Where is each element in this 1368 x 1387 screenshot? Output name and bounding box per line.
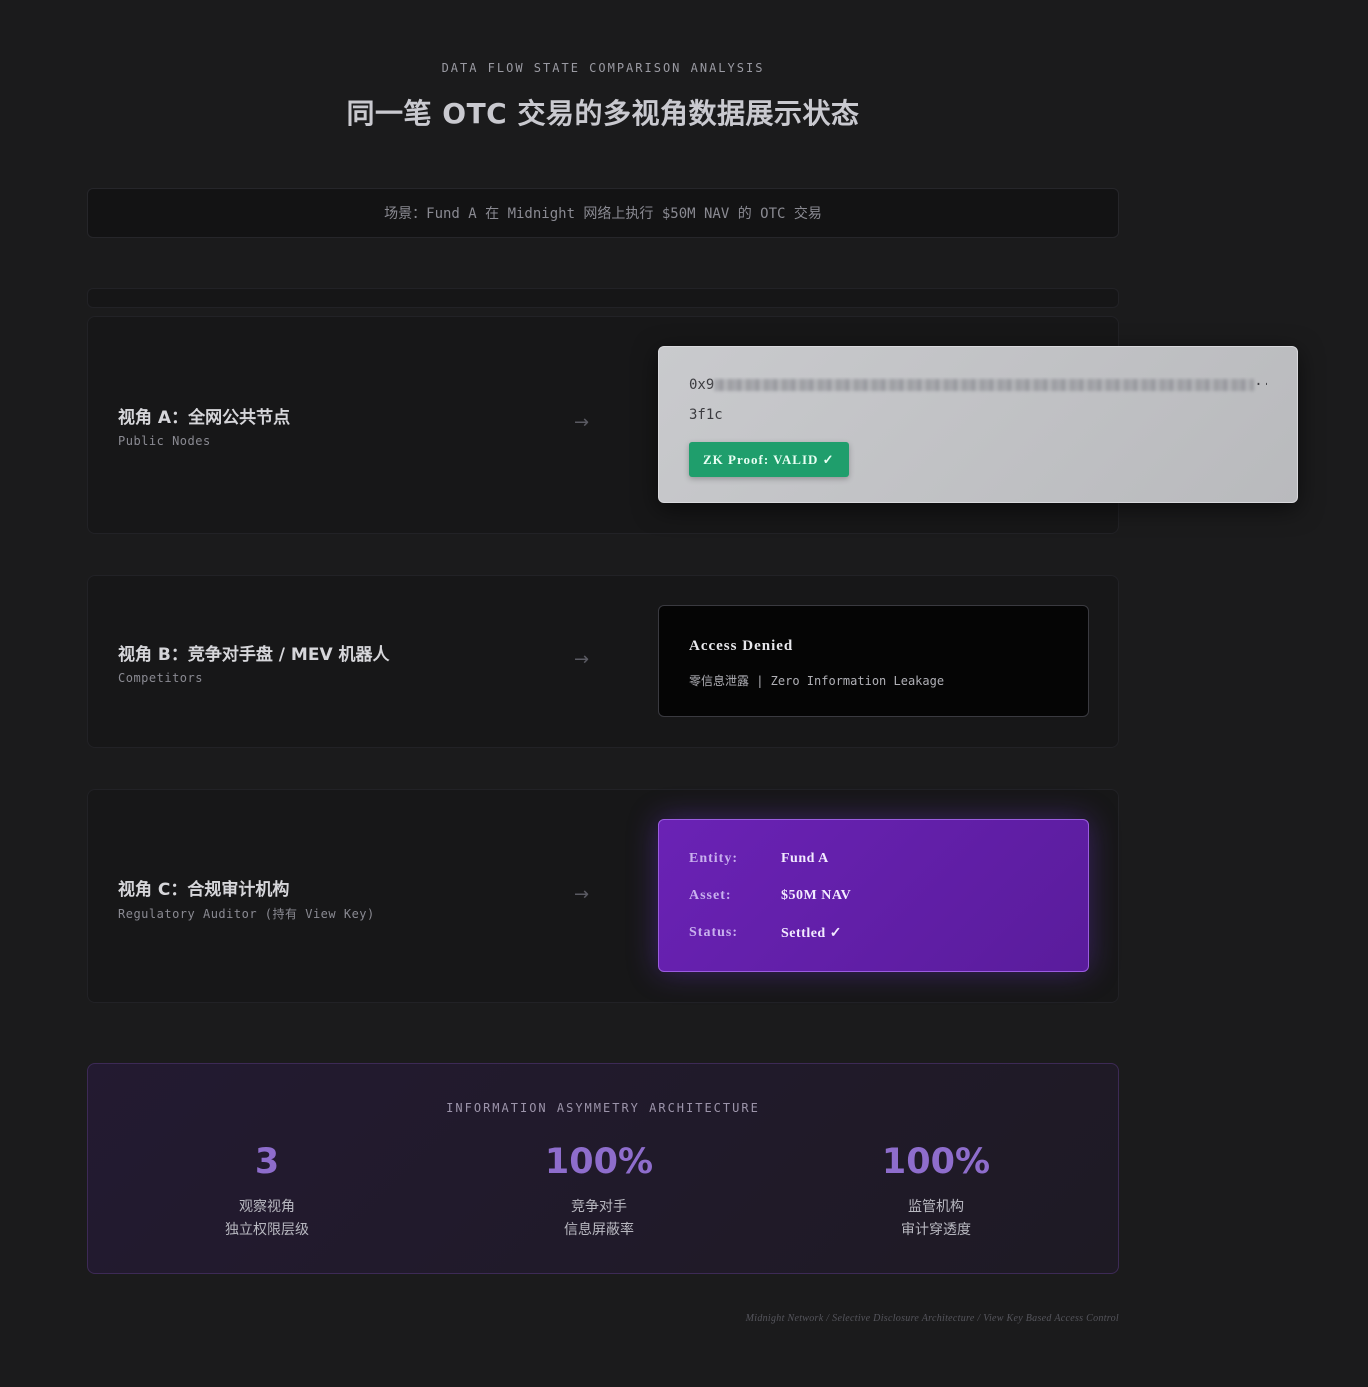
summary-panel: INFORMATION ASYMMETRY ARCHITECTURE 3 观察视… bbox=[87, 1063, 1119, 1274]
stat-label: 监管机构 审计穿透度 bbox=[786, 1196, 1086, 1242]
stat-label-line: 审计穿透度 bbox=[901, 1222, 971, 1238]
stat-views: 3 观察视角 独立权限层级 bbox=[117, 1140, 417, 1242]
view-a-subtitle: Public Nodes bbox=[118, 434, 211, 448]
footer-caption: Midnight Network / Selective Disclosure … bbox=[745, 1313, 1119, 1324]
arrow-icon: → bbox=[574, 649, 590, 670]
entity-value: Fund A bbox=[781, 851, 829, 866]
access-denied-subtitle: 零信息泄露 | Zero Information Leakage bbox=[689, 674, 945, 688]
tx-hash: 0x9 ·· bbox=[689, 377, 1267, 397]
scenario-text: 场景：Fund A 在 Midnight 网络上执行 $50M NAV 的 OT… bbox=[384, 206, 822, 222]
scenario-banner: 场景：Fund A 在 Midnight 网络上执行 $50M NAV 的 OT… bbox=[87, 188, 1119, 238]
zk-proof-badge: ZK Proof: VALID ✓ bbox=[689, 442, 849, 477]
hash-obfuscation bbox=[714, 379, 1255, 391]
tx-hash-prefix: 0x9 bbox=[689, 377, 715, 393]
stat-label-line: 观察视角 bbox=[239, 1199, 295, 1215]
view-b-title: 视角 B：竞争对手盘 / MEV 机器人 bbox=[118, 645, 390, 665]
view-b-subtitle: Competitors bbox=[118, 671, 203, 685]
stat-label-line: 竞争对手 bbox=[571, 1199, 627, 1215]
view-a-title: 视角 A：全网公共节点 bbox=[118, 408, 291, 428]
status-value: Settled ✓ bbox=[781, 926, 842, 941]
entity-label: Entity: bbox=[689, 851, 738, 866]
stat-label-line: 监管机构 bbox=[908, 1199, 964, 1215]
status-label: Status: bbox=[689, 925, 739, 940]
stat-label: 竞争对手 信息屏蔽率 bbox=[449, 1196, 749, 1242]
stat-label-line: 信息屏蔽率 bbox=[564, 1222, 634, 1238]
stat-label-line: 独立权限层级 bbox=[225, 1222, 309, 1238]
access-denied-title: Access Denied bbox=[689, 638, 794, 654]
arrow-icon: → bbox=[574, 884, 590, 905]
asset-value: $50M NAV bbox=[781, 888, 852, 903]
summary-title: INFORMATION ASYMMETRY ARCHITECTURE bbox=[446, 1101, 760, 1115]
arrow-icon: → bbox=[574, 412, 590, 433]
view-c-subtitle: Regulatory Auditor (持有 View Key) bbox=[118, 907, 375, 921]
stat-value: 3 bbox=[254, 1142, 280, 1182]
stat-label: 观察视角 独立权限层级 bbox=[117, 1196, 417, 1242]
stat-competitor-shield: 100% 竞争对手 信息屏蔽率 bbox=[449, 1140, 749, 1242]
asset-label: Asset: bbox=[689, 888, 732, 903]
auditor-panel: Entity: Fund A Asset: $50M NAV Status: S… bbox=[658, 819, 1089, 972]
header-eyebrow: DATA FLOW STATE COMPARISON ANALYSIS bbox=[441, 61, 765, 75]
stat-value: 100% bbox=[881, 1142, 991, 1182]
divider-bar bbox=[87, 288, 1119, 308]
tx-hash-end: 3f1c bbox=[689, 407, 723, 423]
stat-audit-transparency: 100% 监管机构 审计穿透度 bbox=[786, 1140, 1086, 1242]
tx-hash-ellipsis: ·· bbox=[1254, 377, 1267, 393]
stat-value: 100% bbox=[544, 1142, 654, 1182]
view-c-title: 视角 C：合规审计机构 bbox=[118, 880, 290, 900]
zk-proof-label: ZK Proof: VALID ✓ bbox=[703, 451, 835, 467]
public-node-panel: 0x9 ·· 3f1c ZK Proof: VALID ✓ bbox=[658, 346, 1298, 503]
competitor-panel: Access Denied 零信息泄露 | Zero Information L… bbox=[658, 605, 1089, 717]
page-title: 同一笔 OTC 交易的多视角数据展示状态 bbox=[346, 97, 860, 130]
